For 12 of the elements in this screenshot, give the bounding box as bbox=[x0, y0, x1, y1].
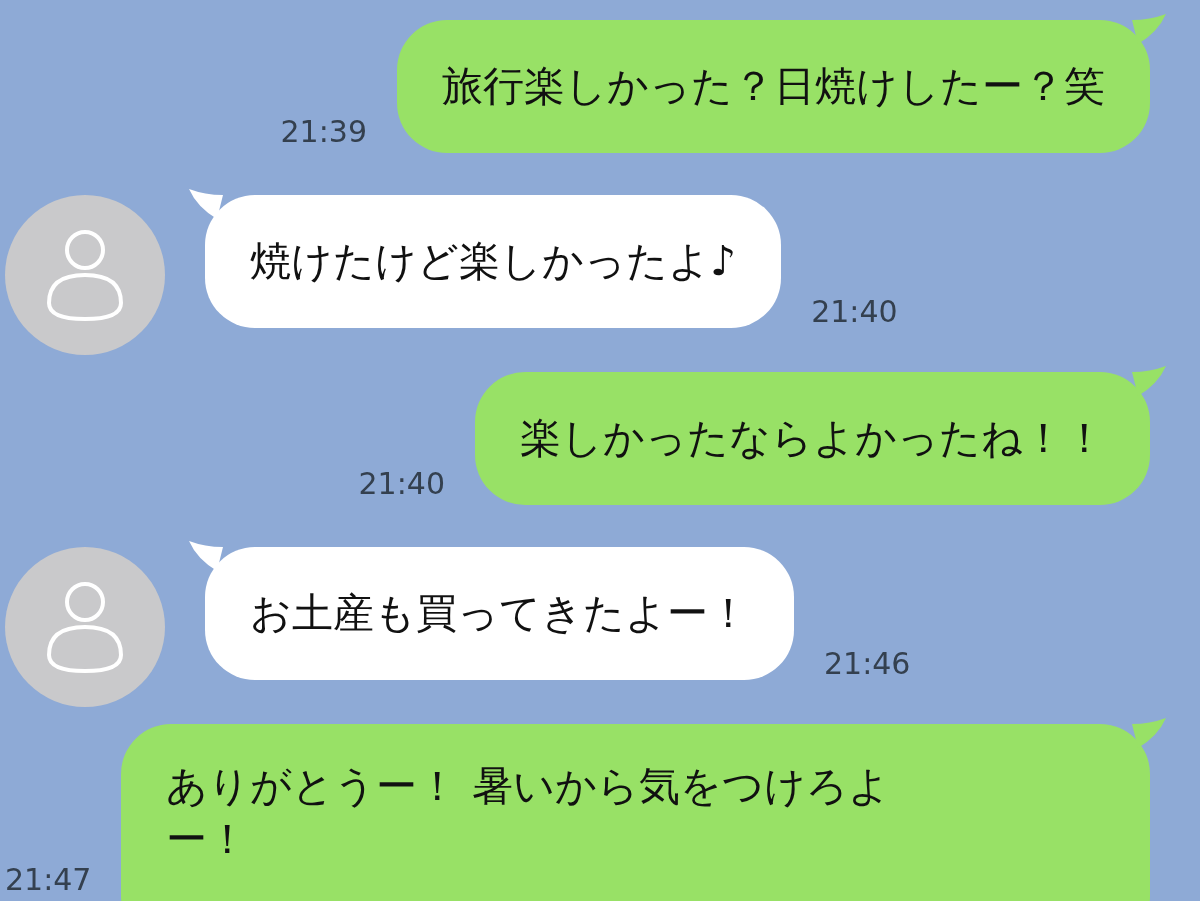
message-time: 21:46 bbox=[824, 646, 911, 681]
avatar-icon bbox=[5, 195, 165, 355]
message-time: 21:39 bbox=[280, 114, 367, 149]
message-text: 旅行楽しかった？日焼けしたー？笑 bbox=[442, 61, 1105, 112]
message-text: 楽しかったならよかったね！！ bbox=[520, 413, 1105, 464]
message-text: ありがとうー！ 暑いから気をつけろよー！ bbox=[166, 761, 891, 865]
avatar-icon bbox=[5, 547, 165, 707]
message-time: 21:47 bbox=[5, 862, 92, 897]
message-time: 21:40 bbox=[358, 466, 445, 501]
message-text: お土産も買ってきたよー！ bbox=[250, 588, 749, 639]
message-time: 21:40 bbox=[811, 294, 898, 329]
message-text: 焼けたけど楽しかったよ♪ bbox=[250, 236, 737, 287]
